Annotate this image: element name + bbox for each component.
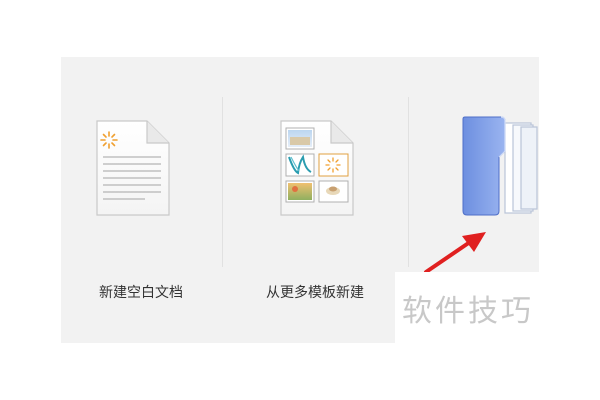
new-from-template-tile[interactable]: 从更多模板新建 [223,57,407,343]
folder-open-icon [462,116,538,216]
blank-document-icon [96,120,170,216]
watermark-text: 软件技巧 [402,294,534,329]
new-from-template-label: 从更多模板新建 [266,285,364,301]
annotation-arrow-icon [424,232,486,274]
template-document-icon [280,120,354,216]
new-blank-document-tile[interactable]: 新建空白文档 [61,57,221,343]
new-blank-document-label: 新建空白文档 [99,285,183,301]
